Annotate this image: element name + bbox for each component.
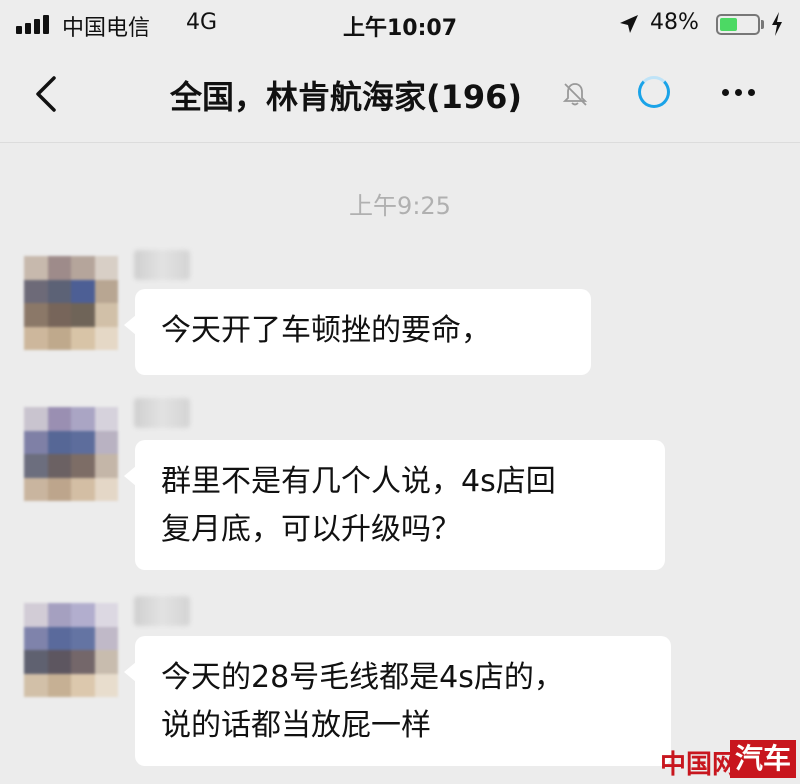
avatar[interactable] — [24, 256, 118, 350]
loading-spinner-icon — [638, 76, 670, 108]
message-text: 群里不是有几个人说，4s店回 — [161, 464, 556, 499]
message-text: 今天开了车顿挫的要命， — [161, 313, 491, 348]
more-options-button[interactable] — [714, 80, 764, 104]
battery-icon — [716, 14, 760, 35]
message-timestamp: 上午9:25 — [349, 192, 451, 220]
message-text: 复月底，可以升级吗？ — [161, 512, 461, 547]
back-button[interactable] — [28, 72, 68, 116]
charging-bolt-icon — [772, 12, 782, 36]
battery-cap — [761, 20, 764, 29]
message-text: 说的话都当放屁一样 — [161, 708, 431, 743]
sender-name-blurred — [134, 596, 190, 626]
status-bar: 中国电信 4G 上午10:07 48% — [0, 0, 800, 50]
message-bubble[interactable]: 今天的28号毛线都是4s店的， 说的话都当放屁一样 — [124, 636, 671, 766]
watermark-site: 汽车 — [730, 740, 796, 778]
avatar[interactable] — [24, 407, 118, 501]
battery-percent: 48% — [650, 10, 699, 35]
navigation-bar: 全国，林肯航海家(196) — [0, 50, 800, 143]
message-bubble[interactable]: 今天开了车顿挫的要命， — [124, 289, 591, 375]
sender-name-blurred — [134, 398, 190, 428]
watermark-brand: 中国网 — [660, 750, 739, 780]
bell-muted-icon — [562, 83, 588, 106]
location-arrow-icon — [620, 15, 638, 33]
sender-name-blurred — [134, 250, 190, 280]
message-text: 今天的28号毛线都是4s店的， — [161, 660, 564, 695]
watermark-logo: 中国网 汽车 — [660, 740, 798, 780]
battery-level — [720, 18, 737, 31]
chat-title: 全国，林肯航海家(196) — [170, 78, 523, 116]
message-bubble[interactable]: 群里不是有几个人说，4s店回 复月底，可以升级吗？ — [124, 440, 665, 570]
avatar[interactable] — [24, 603, 118, 697]
